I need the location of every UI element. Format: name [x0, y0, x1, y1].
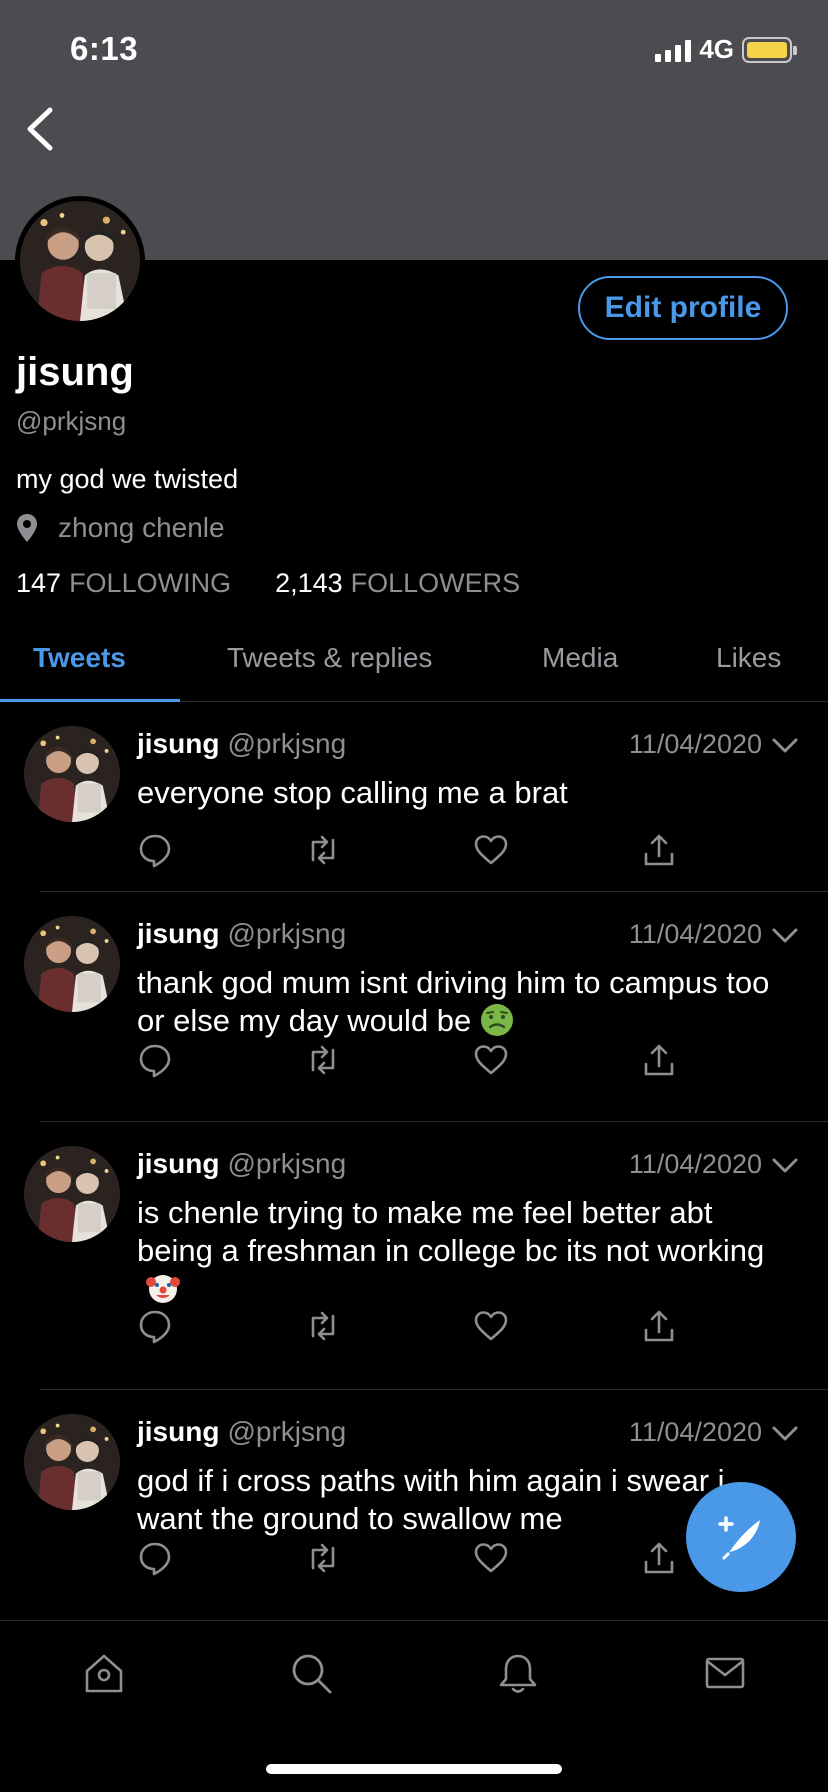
bell-icon[interactable] [496, 1651, 540, 1695]
tab-tweets-replies[interactable]: Tweets & replies [227, 642, 432, 674]
tweet-text-body: god if i cross paths with him again i sw… [137, 1463, 725, 1536]
tweet-item[interactable]: jisung @prkjsng 11/04/2020 everyone stop … [0, 702, 828, 892]
reply-icon[interactable] [137, 832, 173, 868]
retweet-icon[interactable] [305, 1042, 341, 1078]
tweet-item[interactable]: jisung @prkjsng 11/04/2020 is chenle tryi… [0, 1122, 828, 1390]
status-time: 6:13 [70, 30, 139, 67]
search-icon[interactable] [289, 1651, 333, 1695]
location-pin-icon [17, 514, 37, 542]
tweet-text-body: thank god mum isnt driving him to campus… [137, 965, 770, 1038]
followers-count: 2,143 [275, 568, 343, 598]
share-icon[interactable] [641, 1042, 677, 1078]
profile-page: 6:13 4G Edit profile jisung @prkjsng my … [0, 0, 828, 1792]
profile-location: zhong chenle [16, 512, 225, 544]
chevron-down-icon[interactable] [772, 928, 798, 944]
tweet-avatar[interactable] [24, 916, 120, 1012]
tweet-item[interactable]: jisung @prkjsng 11/04/2020 thank god mum … [0, 892, 828, 1122]
feather-plus-icon [718, 1516, 760, 1560]
network-label: 4G [699, 34, 734, 64]
tweet-text: god if i cross paths with him again i sw… [137, 1462, 777, 1538]
status-indicators: 4G [655, 34, 797, 65]
tweet-text: thank god mum isnt driving him to campus… [137, 964, 777, 1040]
tweet-date: 11/04/2020 [628, 729, 762, 759]
like-icon[interactable] [473, 1540, 509, 1576]
tweet-date: 11/04/2020 [628, 1417, 762, 1447]
reply-icon[interactable] [137, 1042, 173, 1078]
mail-icon[interactable] [703, 1651, 747, 1695]
tweet-avatar[interactable] [24, 1146, 120, 1242]
home-indicator[interactable] [266, 1764, 562, 1774]
tweet-avatar[interactable] [24, 1414, 120, 1510]
reply-icon[interactable] [137, 1308, 173, 1344]
tweet-handle: @prkjsng [227, 918, 347, 949]
retweet-icon[interactable] [305, 1540, 341, 1576]
tweet-author: jisung @prkjsng [137, 728, 346, 760]
reply-icon[interactable] [137, 1540, 173, 1576]
tweet-actions [137, 1308, 697, 1348]
following-label: FOLLOWING [69, 568, 232, 598]
follow-stats: 147 FOLLOWING 2,143 FOLLOWERS [16, 568, 520, 599]
following-stat[interactable]: 147 FOLLOWING [16, 568, 231, 599]
profile-bio: my god we twisted [16, 464, 239, 494]
tweet-author: jisung @prkjsng [137, 1148, 346, 1180]
profile-tabs: Tweets Tweets & replies Media Likes [0, 620, 828, 702]
location-text: zhong chenle [58, 512, 225, 543]
share-icon[interactable] [641, 1308, 677, 1344]
like-icon[interactable] [473, 1308, 509, 1344]
display-name: jisung [16, 350, 134, 394]
compose-tweet-button[interactable] [686, 1482, 796, 1592]
chevron-down-icon[interactable] [772, 738, 798, 754]
tweet-date: 11/04/2020 [628, 1149, 762, 1179]
battery-icon [742, 36, 797, 63]
tweet-text-body: is chenle trying to make me feel better … [137, 1195, 765, 1268]
back-arrow-icon[interactable] [20, 104, 60, 154]
edit-profile-button[interactable]: Edit profile [578, 276, 788, 340]
avatar-photo [20, 201, 140, 321]
followers-stat[interactable]: 2,143 FOLLOWERS [275, 568, 520, 599]
avatar-photo [24, 1414, 120, 1510]
following-count: 147 [16, 568, 62, 598]
retweet-icon[interactable] [305, 1308, 341, 1344]
tweet-actions [137, 1540, 697, 1580]
tweet-text-body: everyone stop calling me a brat [137, 775, 568, 810]
share-icon[interactable] [641, 1540, 677, 1576]
tweet-date: 11/04/2020 [628, 919, 762, 949]
tweet-author-name: jisung [137, 728, 220, 759]
share-icon[interactable] [641, 832, 677, 868]
tweet-author-name: jisung [137, 918, 220, 949]
chevron-down-icon[interactable] [772, 1158, 798, 1174]
tweet-author-name: jisung [137, 1148, 220, 1179]
tweet-handle: @prkjsng [227, 728, 347, 759]
retweet-icon[interactable] [305, 832, 341, 868]
clown-face-emoji [146, 1275, 180, 1303]
avatar-photo [24, 916, 120, 1012]
like-icon[interactable] [473, 1042, 509, 1078]
avatar-photo [24, 1146, 120, 1242]
home-icon[interactable] [82, 1651, 126, 1695]
tab-tweets[interactable]: Tweets [33, 642, 126, 674]
tweet-text: everyone stop calling me a brat [137, 774, 777, 812]
tweet-actions [137, 832, 697, 872]
tweet-handle: @prkjsng [227, 1148, 347, 1179]
like-icon[interactable] [473, 832, 509, 868]
tweet-handle: @prkjsng [227, 1416, 347, 1447]
tweet-avatar[interactable] [24, 726, 120, 822]
signal-icon [655, 38, 692, 62]
nauseated-face-emoji [481, 1004, 514, 1036]
chevron-down-icon[interactable] [772, 1426, 798, 1442]
avatar-photo [24, 726, 120, 822]
followers-label: FOLLOWERS [350, 568, 521, 598]
tweet-author: jisung @prkjsng [137, 1416, 346, 1448]
tab-likes[interactable]: Likes [716, 642, 781, 674]
tweet-author-name: jisung [137, 1416, 220, 1447]
tab-media[interactable]: Media [542, 642, 618, 674]
profile-avatar[interactable] [15, 196, 145, 326]
tweet-actions [137, 1042, 697, 1082]
tweet-text: is chenle trying to make me feel better … [137, 1194, 777, 1308]
tweet-author: jisung @prkjsng [137, 918, 346, 950]
profile-handle: @prkjsng [16, 406, 127, 436]
